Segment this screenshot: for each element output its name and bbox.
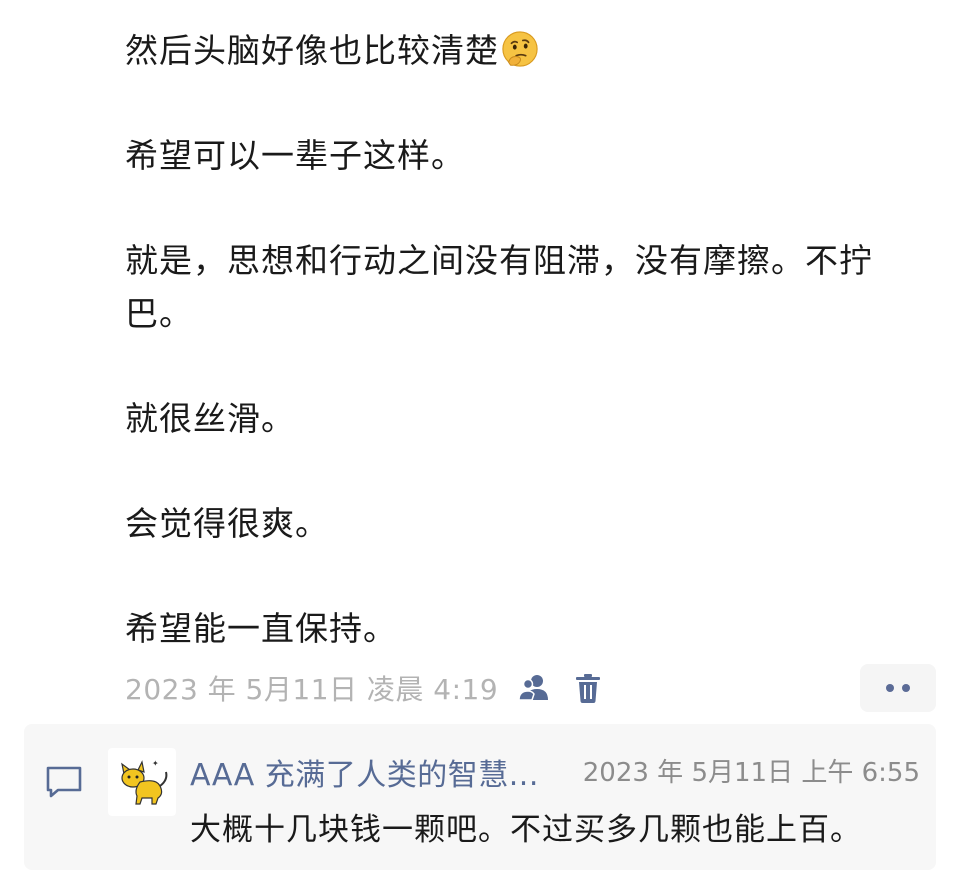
comment-panel: ✦ AAA 充满了人类的智慧... 2023 年 5月11日 上午 6:55 大… xyxy=(24,724,936,870)
post-paragraph: 希望可以一辈子这样。 xyxy=(125,136,465,175)
yellow-cat-avatar: ✦ xyxy=(121,759,168,805)
post-paragraph: 会觉得很爽。 xyxy=(125,504,329,543)
comment-text: 大概十几块钱一颗吧。不过买多几颗也能上百。 xyxy=(190,812,862,848)
more-dots-icon xyxy=(886,684,894,692)
post-paragraph: 就是，思想和行动之间没有阻滞，没有摩擦。不拧巴。 xyxy=(125,241,873,333)
comment-header: AAA 充满了人类的智慧... 2023 年 5月11日 上午 6:55 xyxy=(190,750,920,793)
post-paragraph: 然后头脑好像也比较清楚 xyxy=(125,24,935,77)
people-icon[interactable] xyxy=(516,670,552,706)
trash-icon[interactable] xyxy=(570,670,606,706)
avatar[interactable]: ✦ xyxy=(108,748,176,816)
post-paragraph: 希望能一直保持。 xyxy=(125,609,397,648)
more-options-button[interactable] xyxy=(860,664,936,712)
post-paragraph: 就很丝滑。 xyxy=(125,399,295,438)
comment-timestamp: 2023 年 5月11日 上午 6:55 xyxy=(582,758,920,788)
post-timestamp: 2023 年 5月11日 凌晨 4:19 xyxy=(125,673,499,706)
comment-author-link[interactable]: AAA 充满了人类的智慧... xyxy=(190,750,539,794)
svg-text:✦: ✦ xyxy=(152,759,159,768)
moment-post-body: 然后头脑好像也比较清楚 希望可以一辈子这样。 就是，思想和行动之间没有阻滞，没有… xyxy=(125,24,935,655)
post-paragraph-text: 然后头脑好像也比较清楚 xyxy=(125,31,499,70)
comment-bubble-icon xyxy=(46,766,82,798)
post-meta-row: 2023 年 5月11日 凌晨 4:19 xyxy=(125,664,936,712)
thinking-face-emoji xyxy=(502,31,538,67)
more-dots-icon xyxy=(902,684,910,692)
